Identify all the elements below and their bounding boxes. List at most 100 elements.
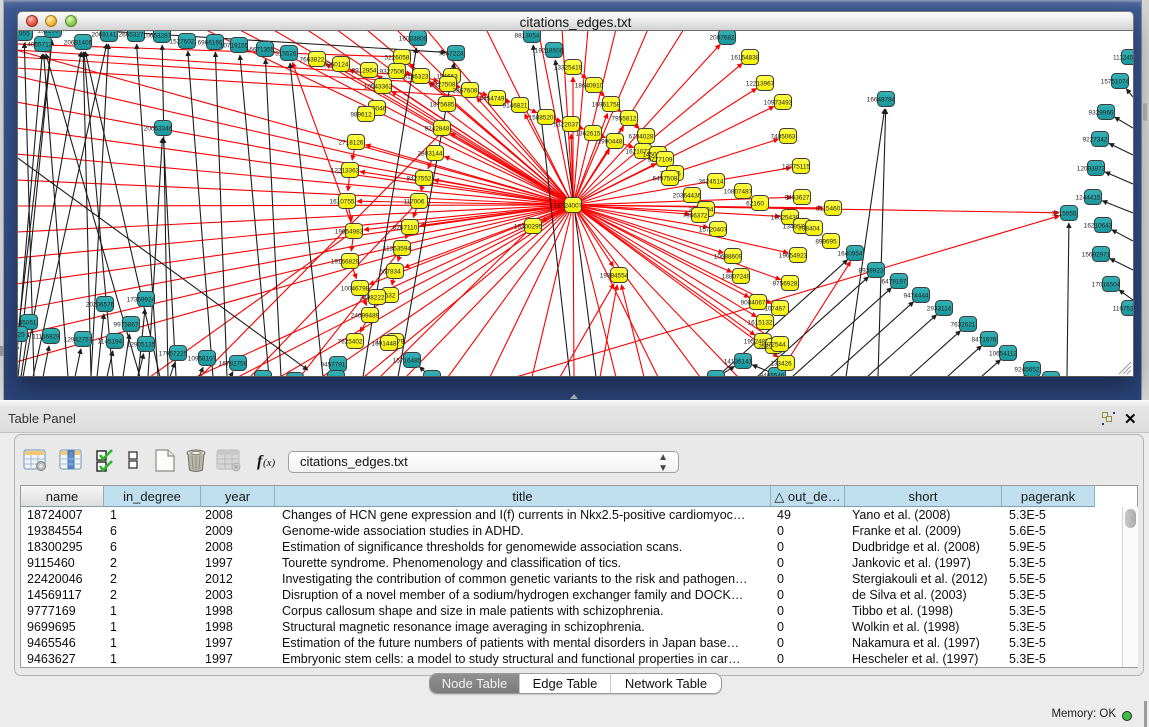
svg-text:1588520: 1588520 xyxy=(529,115,554,122)
svg-text:(x): (x) xyxy=(263,457,276,469)
svg-text:9463621: 9463621 xyxy=(699,376,724,377)
svg-text:1691448: 1691448 xyxy=(372,341,397,348)
svg-text:9084067: 9084067 xyxy=(741,300,766,307)
svg-text:10688609: 10688609 xyxy=(714,254,743,261)
svg-text:9699695: 9699695 xyxy=(415,376,440,377)
svg-text:133426: 133426 xyxy=(770,361,792,368)
svg-text:12093872: 12093872 xyxy=(1077,166,1106,173)
svg-text:1990448: 1990448 xyxy=(598,139,623,146)
svg-text:899695: 899695 xyxy=(815,239,837,246)
svg-text:12213967: 12213967 xyxy=(746,81,775,88)
svg-text:191295: 191295 xyxy=(37,31,59,35)
svg-text:11353594: 11353594 xyxy=(383,246,411,253)
svg-text:10046798: 10046798 xyxy=(341,286,370,293)
svg-text:10654112: 10654112 xyxy=(989,351,1017,358)
svg-text:12213363: 12213363 xyxy=(331,168,360,175)
svg-text:12942757: 12942757 xyxy=(64,337,93,344)
svg-text:2867608: 2867608 xyxy=(453,88,478,95)
svg-text:7955812: 7955812 xyxy=(612,116,637,123)
svg-text:1527602: 1527602 xyxy=(170,39,195,46)
svg-text:6479197: 6479197 xyxy=(882,279,907,286)
svg-text:18724007: 18724007 xyxy=(554,203,583,210)
svg-text:3498222: 3498222 xyxy=(360,295,385,302)
svg-text:11156829: 11156829 xyxy=(32,334,60,341)
svg-text:7515526: 7515526 xyxy=(272,51,297,58)
svg-text:10653287: 10653287 xyxy=(143,33,172,40)
svg-text:14055712: 14055712 xyxy=(24,42,53,49)
svg-text:1615132: 1615132 xyxy=(748,320,773,327)
svg-text:1640954: 1640954 xyxy=(838,251,863,258)
svg-text:17016504: 17016504 xyxy=(1092,282,1121,289)
svg-text:7625402: 7625402 xyxy=(338,339,363,346)
svg-text:16210643: 16210643 xyxy=(1084,223,1113,230)
svg-text:9227342: 9227342 xyxy=(1083,137,1108,144)
svg-text:8912954: 8912954 xyxy=(352,68,377,75)
svg-text:9777109: 9777109 xyxy=(648,157,673,164)
svg-text:9415546: 9415546 xyxy=(319,376,344,377)
svg-text:15716485: 15716485 xyxy=(393,358,422,365)
svg-text:1244415: 1244415 xyxy=(1076,195,1101,202)
svg-text:9463627: 9463627 xyxy=(785,195,810,202)
svg-text:10807487: 10807487 xyxy=(724,189,753,196)
svg-text:18300295: 18300295 xyxy=(514,224,543,231)
svg-text:1875685: 1875685 xyxy=(430,102,455,109)
svg-text:1145194: 1145194 xyxy=(98,339,123,346)
svg-text:20206576: 20206576 xyxy=(86,302,115,309)
svg-text:16782759: 16782759 xyxy=(219,361,248,368)
svg-text:6497508: 6497508 xyxy=(653,176,678,183)
svg-text:2087682: 2087682 xyxy=(710,35,735,42)
svg-text:14136141: 14136141 xyxy=(724,359,753,366)
svg-text:9465546: 9465546 xyxy=(760,373,785,377)
svg-text:8813054: 8813054 xyxy=(515,33,540,40)
svg-text:2803144: 2803144 xyxy=(418,151,443,158)
svg-text:9115460: 9115460 xyxy=(816,206,841,213)
svg-text:19166829: 19166829 xyxy=(331,259,360,266)
svg-text:20364436: 20364436 xyxy=(673,193,702,200)
svg-text:15692971: 15692971 xyxy=(1082,252,1111,259)
svg-text:8938923: 8938923 xyxy=(859,268,884,275)
svg-text:9756928: 9756928 xyxy=(773,281,798,288)
svg-text:18640910: 18640910 xyxy=(575,83,604,90)
svg-text:9329966: 9329966 xyxy=(1089,110,1114,117)
svg-text:231955: 231955 xyxy=(18,31,30,38)
svg-text:107467: 107467 xyxy=(764,306,786,313)
svg-text:3215955: 3215955 xyxy=(1052,211,1077,218)
svg-text:24099489: 24099489 xyxy=(351,313,380,320)
svg-text:9245652: 9245652 xyxy=(1015,367,1040,374)
svg-text:1610755: 1610755 xyxy=(330,199,355,206)
svg-text:18807249: 18807249 xyxy=(722,274,751,281)
svg-text:9457791: 9457791 xyxy=(321,362,346,369)
svg-text:8427552: 8427552 xyxy=(407,176,432,183)
svg-text:2933114: 2933114 xyxy=(927,306,952,313)
svg-text:62160: 62160 xyxy=(746,201,764,208)
svg-text:8471676: 8471676 xyxy=(972,337,997,344)
svg-text:6734028: 6734028 xyxy=(629,134,654,141)
svg-text:2069141: 2069141 xyxy=(92,32,117,39)
svg-text:7663822: 7663822 xyxy=(300,57,325,64)
svg-text:5322037: 5322037 xyxy=(554,122,579,129)
svg-text:7485063: 7485063 xyxy=(771,134,796,141)
svg-text:12905135: 12905135 xyxy=(127,342,156,349)
svg-text:8186323: 8186323 xyxy=(404,74,429,81)
svg-text:2718126: 2718126 xyxy=(339,140,364,147)
svg-text:9327506: 9327506 xyxy=(380,69,405,76)
svg-text:1362615: 1362615 xyxy=(576,131,601,138)
svg-text:15720407: 15720407 xyxy=(699,227,728,234)
svg-text:391525: 391525 xyxy=(18,332,25,339)
svg-text:19654923: 19654923 xyxy=(779,253,808,260)
svg-text:16648784: 16648784 xyxy=(867,97,896,104)
svg-text:12975115: 12975115 xyxy=(782,164,810,171)
svg-text:16961758: 16961758 xyxy=(592,102,621,109)
svg-text:16033809: 16033809 xyxy=(399,36,428,43)
svg-text:2665327: 2665327 xyxy=(119,32,144,39)
svg-text:10543362: 10543362 xyxy=(364,84,393,91)
svg-text:8267110: 8267110 xyxy=(393,225,418,232)
svg-text:9146821: 9146821 xyxy=(503,103,528,110)
svg-text:16671355: 16671355 xyxy=(246,47,275,54)
svg-text:15751074: 15751074 xyxy=(1101,79,1130,86)
svg-text:7986372: 7986372 xyxy=(683,213,708,220)
svg-text:567834: 567834 xyxy=(379,269,401,276)
svg-text:13325419: 13325419 xyxy=(554,65,583,72)
svg-text:1435061: 1435061 xyxy=(18,320,37,327)
svg-text:117006: 117006 xyxy=(404,199,425,206)
